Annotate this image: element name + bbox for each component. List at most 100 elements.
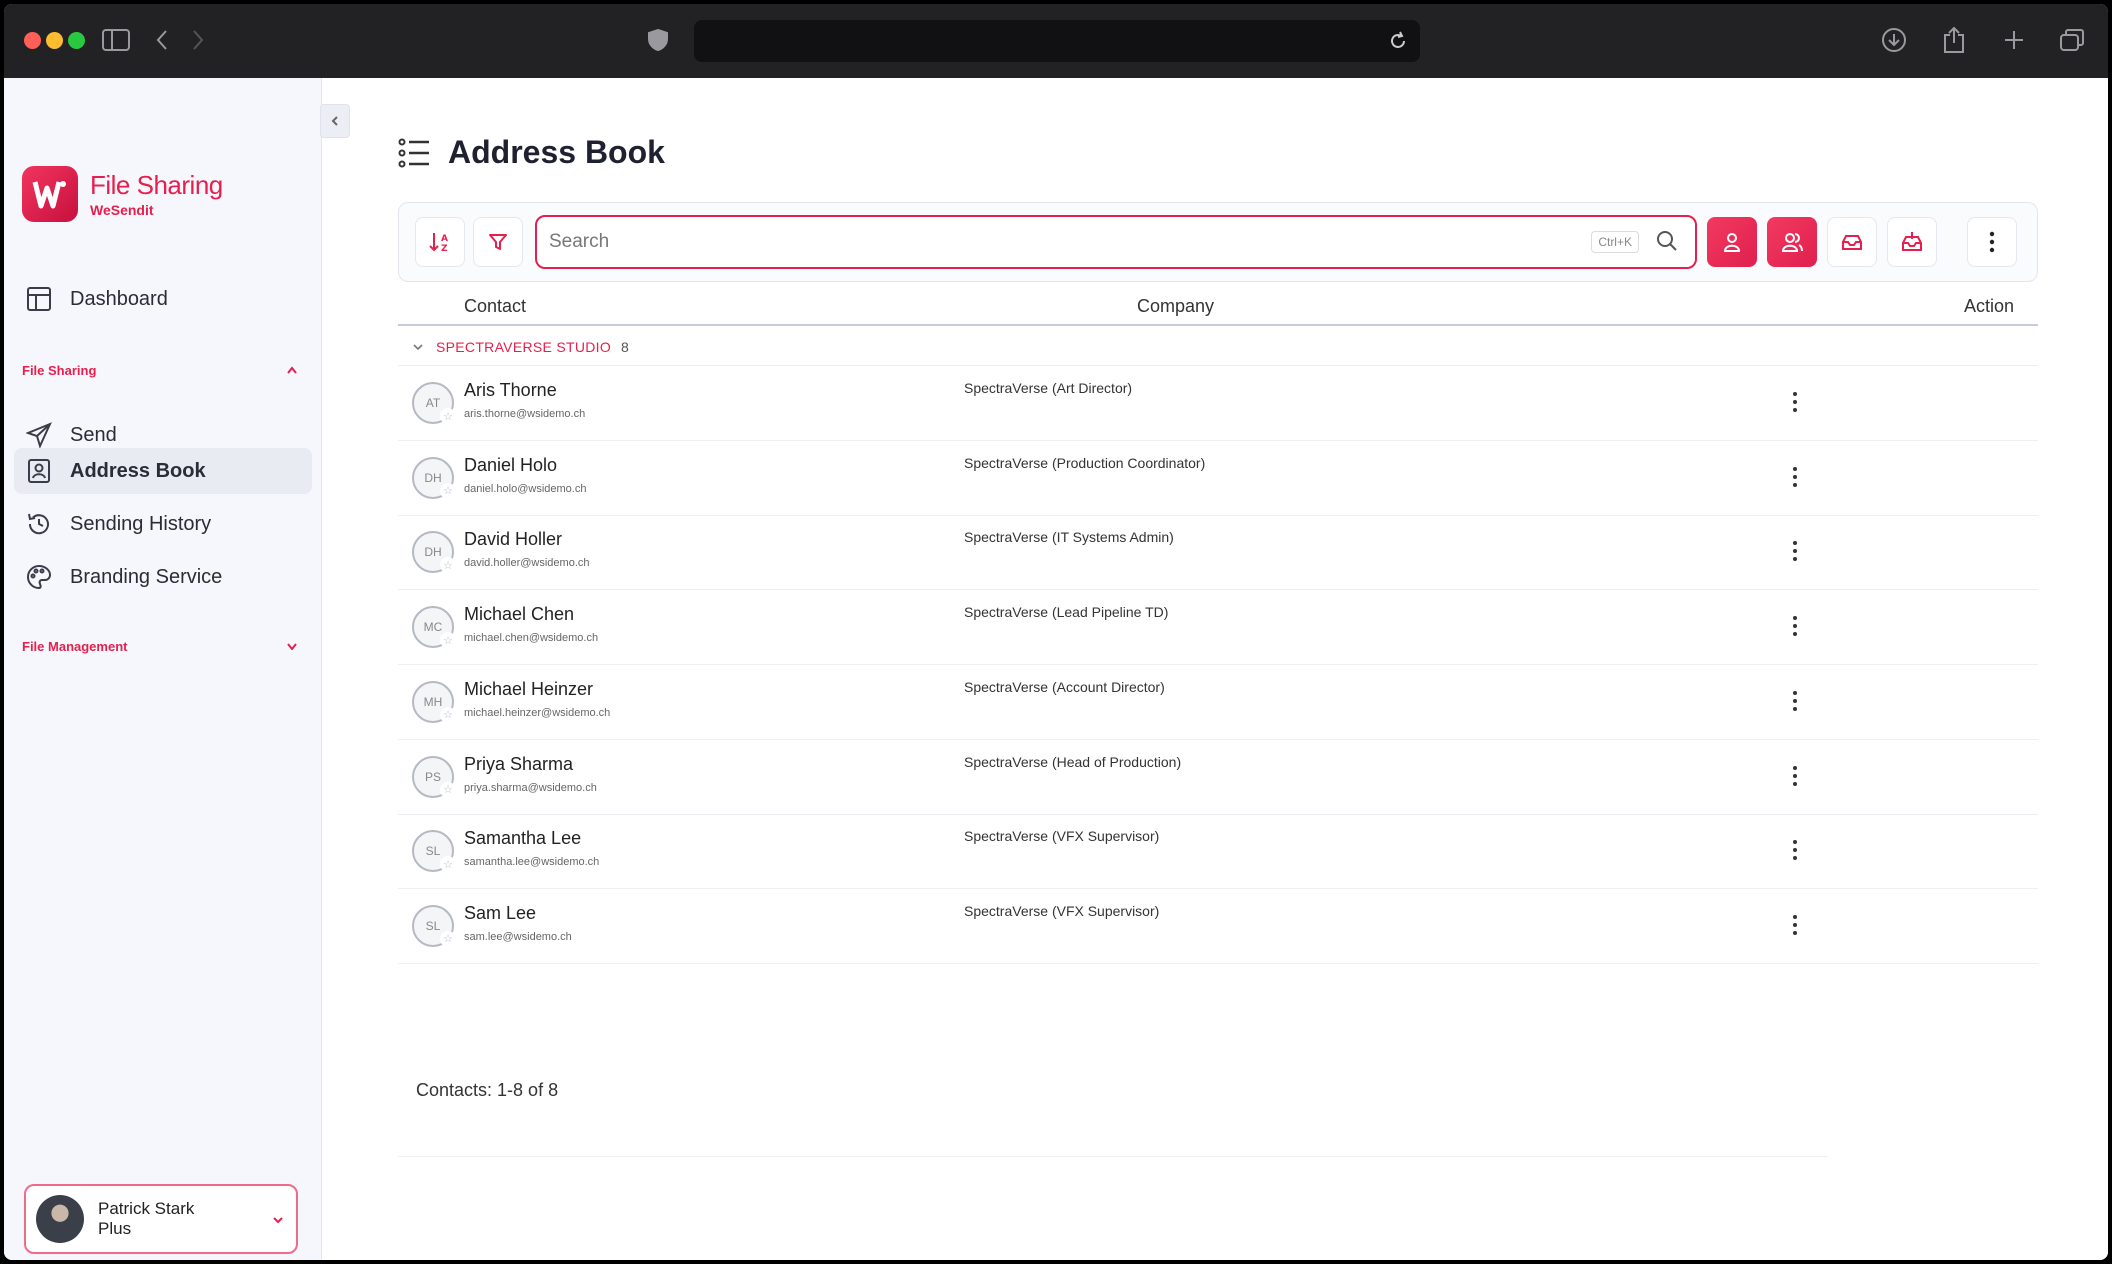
contact-avatar[interactable]: MH ☆ (412, 680, 456, 723)
avatar (36, 1195, 84, 1243)
row-actions-button[interactable] (1780, 832, 1810, 868)
favorite-star-icon[interactable]: ☆ (440, 557, 456, 574)
search-shortcut-hint: Ctrl+K (1591, 231, 1639, 253)
favorite-star-icon[interactable]: ☆ (440, 856, 456, 873)
sidebar-item-sending-history[interactable]: Sending History (14, 501, 312, 547)
file-sharing-section-toggle[interactable]: File Sharing (22, 358, 298, 382)
table-row[interactable]: MH ☆ Michael Heinzer michael.heinzer@wsidem… (398, 665, 2038, 740)
table-row[interactable]: AT ☆ Aris Thorne aris.thorne@wsidemo.ch Spec… (398, 366, 2038, 441)
import-contacts-button[interactable] (1827, 217, 1877, 267)
window-maximize-button[interactable] (68, 32, 85, 49)
contact-name[interactable]: Michael Heinzer (464, 679, 593, 700)
section-heading: File Management (22, 638, 128, 654)
column-header-company[interactable]: Company (1137, 296, 1214, 317)
user-name: Patrick Stark (98, 1199, 195, 1218)
window-minimize-button[interactable] (46, 32, 63, 49)
file-management-section-toggle[interactable]: File Management (22, 634, 298, 658)
search-icon[interactable] (1655, 229, 1679, 253)
shield-icon[interactable] (642, 24, 674, 56)
row-actions-button[interactable] (1780, 758, 1810, 794)
row-actions-button[interactable] (1780, 384, 1810, 420)
sidebar-item-address-book[interactable]: Address Book (14, 448, 312, 494)
contact-name[interactable]: Priya Sharma (464, 754, 573, 775)
reload-icon[interactable] (1382, 25, 1414, 57)
back-icon[interactable] (146, 24, 178, 56)
sort-button[interactable]: AZ (415, 217, 465, 267)
inbox-icon (1902, 232, 1922, 251)
favorite-star-icon[interactable]: ☆ (440, 632, 456, 649)
tabs-icon[interactable] (2056, 24, 2088, 56)
table-row[interactable]: DH ☆ David Holler david.holler@wsidemo.ch Sp… (398, 515, 2038, 591)
new-tab-icon[interactable] (1998, 24, 2030, 56)
contact-name[interactable]: Sam Lee (464, 903, 536, 924)
contact-email: priya.sharma@wsidemo.ch (464, 781, 597, 794)
contact-avatar[interactable]: SL ☆ (412, 830, 456, 873)
more-vertical-icon (1793, 765, 1797, 786)
app-logo[interactable]: File Sharing WeSendit (22, 166, 223, 222)
row-actions-button[interactable] (1780, 459, 1810, 495)
contact-avatar[interactable]: DH ☆ (412, 456, 456, 499)
contact-name[interactable]: Aris Thorne (464, 380, 557, 401)
favorite-star-icon[interactable]: ☆ (440, 482, 456, 499)
table-row[interactable]: SL ☆ Sam Lee sam.lee@wsidemo.ch SpectraVerse… (398, 889, 2038, 964)
sidebar-toggle-icon[interactable] (100, 24, 132, 56)
export-contacts-button[interactable] (1887, 217, 1937, 267)
divider (398, 1156, 1828, 1157)
avatar-initials: SL (425, 918, 441, 933)
contact-name[interactable]: Daniel Holo (464, 455, 557, 476)
list-icon (398, 138, 429, 167)
contact-avatar[interactable]: SL ☆ (412, 904, 456, 947)
avatar-initials: DH (424, 470, 442, 485)
table-row[interactable]: MC ☆ Michael Chen michael.chen@wsidemo.ch Sp… (398, 590, 2038, 666)
more-options-button[interactable] (1967, 217, 2017, 267)
contact-name[interactable]: David Holler (464, 529, 562, 550)
contact-avatar[interactable]: AT ☆ (412, 382, 456, 424)
row-actions-button[interactable] (1780, 608, 1810, 644)
column-header-contact[interactable]: Contact (464, 296, 526, 317)
svg-text:Z: Z (441, 244, 448, 254)
address-bar[interactable] (694, 20, 1420, 62)
filter-button[interactable] (473, 217, 523, 267)
collapse-sidebar-button[interactable] (320, 104, 350, 138)
contact-company: SpectraVerse (IT Systems Admin) (964, 529, 1174, 546)
user-menu[interactable]: Patrick Stark Plus (24, 1184, 298, 1254)
contact-avatar[interactable]: PS ☆ (412, 755, 456, 798)
search-box: Ctrl+K (535, 215, 1697, 269)
more-vertical-icon (1793, 690, 1797, 711)
table-row[interactable]: SL ☆ Samantha Lee samantha.lee@wsidemo.ch Sp… (398, 814, 2038, 890)
favorite-star-icon[interactable]: ☆ (440, 781, 456, 798)
window-close-button[interactable] (24, 32, 41, 49)
contact-avatar[interactable]: MC ☆ (412, 606, 456, 649)
contact-name[interactable]: Michael Chen (464, 604, 574, 625)
table-row[interactable]: PS ☆ Priya Sharma priya.sharma@wsidemo.ch Sp… (398, 740, 2038, 815)
chevron-down-icon (413, 343, 423, 350)
forward-icon[interactable] (182, 24, 214, 56)
row-actions-button[interactable] (1780, 907, 1810, 943)
contact-name[interactable]: Samantha Lee (464, 828, 581, 849)
add-contact-button[interactable] (1707, 217, 1757, 267)
share-icon[interactable] (1938, 24, 1970, 56)
add-group-button[interactable] (1767, 217, 1817, 267)
users-icon (1781, 233, 1803, 252)
chevron-down-icon (287, 643, 297, 650)
wesendit-logo-icon (22, 166, 78, 222)
row-actions-button[interactable] (1780, 533, 1810, 569)
avatar-initials: MH (423, 694, 443, 709)
contact-company: SpectraVerse (Art Director) (964, 380, 1133, 396)
group-header[interactable]: SPECTRAVERSE STUDIO 8 (398, 328, 2038, 366)
favorite-star-icon[interactable]: ☆ (440, 706, 456, 723)
contact-email: david.holler@wsidemo.ch (464, 557, 590, 570)
sidebar-item-branding-service[interactable]: Branding Service (14, 554, 312, 600)
sidebar-item-dashboard[interactable]: Dashboard (14, 276, 312, 322)
search-input[interactable] (549, 227, 1529, 257)
browser-window: File Sharing WeSendit Dashboard File Sha… (4, 4, 2108, 1260)
column-header-action: Action (1963, 296, 2014, 316)
table-row[interactable]: DH ☆ Daniel Holo daniel.holo@wsidemo.ch Spec… (398, 441, 2038, 516)
download-icon[interactable] (1878, 24, 1910, 56)
contact-email: daniel.holo@wsidemo.ch (464, 482, 587, 495)
favorite-star-icon[interactable]: ☆ (440, 408, 456, 424)
favorite-star-icon[interactable]: ☆ (440, 930, 456, 947)
avatar-initials: PS (424, 769, 441, 784)
contact-avatar[interactable]: DH ☆ (412, 531, 456, 574)
row-actions-button[interactable] (1780, 683, 1810, 719)
